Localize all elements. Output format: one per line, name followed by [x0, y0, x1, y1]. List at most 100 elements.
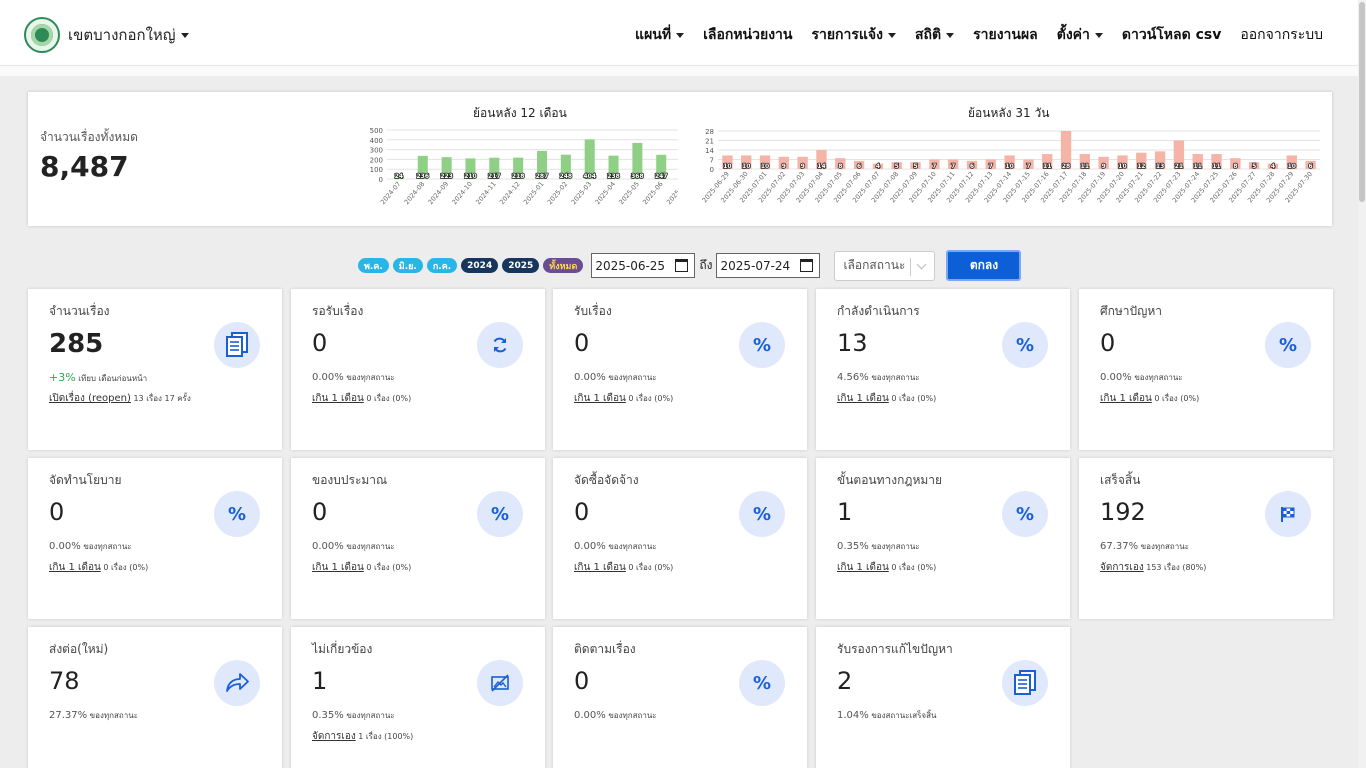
nav-item-label: ออกจากระบบ [1240, 27, 1323, 43]
page-scrollbar[interactable] [1358, 0, 1366, 768]
percent-icon: % [1002, 322, 1048, 368]
x-tick-label: 2024-10 [450, 180, 474, 206]
card-detail-link[interactable]: จัดการเอง [312, 731, 356, 742]
status-card[interactable]: ไม่เกี่ยวข้อง 1 0.35% ของทุกสถานะ จัดการเอง… [291, 627, 545, 768]
district-dropdown[interactable]: เขตบางกอกใหญ่ [24, 17, 189, 53]
y-tick-label: 500 [370, 127, 383, 135]
nav-item-7[interactable]: ดาวน์โหลด csv [1122, 24, 1221, 46]
card-detail-link[interactable]: จัดการเอง [1100, 562, 1144, 573]
status-card[interactable]: จัดซื้อจัดจ้าง 0% 0.00% ของทุกสถานะ เกิน 1 … [553, 458, 807, 619]
bar-value-label: 10 [761, 163, 769, 170]
percentage-value: 0.00% [574, 541, 606, 552]
card-title: เสร็จสิ้น [1100, 473, 1141, 487]
caret-down-icon [887, 32, 896, 38]
caret-down-icon [946, 32, 955, 38]
card-detail: เกิน 1 เดือน 0 เรื่อง (0%) [837, 560, 936, 575]
bar-value-label: 14 [817, 163, 825, 170]
period-pill-4[interactable]: 2024 [461, 258, 499, 273]
status-card[interactable]: รอรับเรื่อง 0 0.00% ของทุกสถานะ เกิน 1 เดือ… [291, 289, 545, 450]
percent-icon: % [739, 491, 785, 537]
submit-button[interactable]: ตกลง [946, 250, 1022, 281]
status-card[interactable]: ติดตามเรื่อง 0% 0.00% ของทุกสถานะ [553, 627, 807, 768]
period-pills: พ.ค. มิ.ย. ก.ค. 2024 2025 ทั้งหมด [358, 258, 587, 273]
caret-down-icon [1094, 32, 1103, 38]
bar-value-label: 13 [1156, 163, 1164, 170]
date-to-input[interactable]: 2025-07-24 [716, 253, 821, 278]
period-pill-2[interactable]: มิ.ย. [392, 258, 423, 273]
card-detail-link[interactable]: เกิน 1 เดือน [312, 393, 364, 404]
scrollbar-thumb[interactable] [1359, 2, 1365, 202]
percentage-note: ของทุกสถานะ [87, 711, 138, 720]
nav-item-4[interactable]: สถิติ [915, 24, 955, 46]
card-detail-link[interactable]: เกิน 1 เดือน [574, 562, 626, 573]
card-title: จัดซื้อจัดจ้าง [574, 473, 639, 487]
status-card[interactable]: รับรองการแก้ไขปัญหา 2 1.04% ของสถานะเสร็จส… [816, 627, 1070, 768]
percent-icon: % [739, 322, 785, 368]
status-card[interactable]: ของบประมาณ 0% 0.00% ของทุกสถานะ เกิน 1 เดือ… [291, 458, 545, 619]
status-card[interactable]: จำนวนเรื่อง 285 +3% เทียบ เดือนก่อนหน้า เปิ… [28, 289, 282, 450]
nav-item-8[interactable]: ออกจากระบบ [1240, 24, 1323, 46]
card-detail: เกิน 1 เดือน 0 เรื่อง (0%) [312, 560, 411, 575]
card-detail-link[interactable]: เปิดเรื่อง (reopen) [49, 393, 131, 404]
y-tick-label: 100 [370, 166, 383, 174]
bar-value-label: 24 [395, 173, 403, 180]
bar-value-label: 9 [1102, 163, 1106, 170]
status-card[interactable]: เสร็จสิ้น 192 67.37% ของทุกสถานะ จัดการเอง … [1079, 458, 1333, 619]
card-value: 2 [837, 667, 853, 695]
calendar-icon[interactable] [800, 259, 814, 272]
card-title: รอรับเรื่อง [312, 304, 364, 318]
nav-item-1[interactable]: แผนที่ [635, 24, 685, 46]
nav-item-3[interactable]: รายการแจ้ง [811, 24, 896, 46]
percentage-value: 0.00% [574, 710, 606, 721]
card-title: ติดตามเรื่อง [574, 642, 636, 656]
period-pill-3[interactable]: ก.ค. [426, 258, 458, 273]
nav-item-2[interactable]: เลือกหน่วยงาน [703, 24, 792, 46]
status-card[interactable]: ขั้นตอนทางกฎหมาย 1% 0.35% ของทุกสถานะ เกิน … [816, 458, 1070, 619]
period-pill-5[interactable]: 2025 [502, 258, 540, 273]
card-title: ไม่เกี่ยวข้อง [312, 642, 373, 656]
percent-icon: % [214, 491, 260, 537]
status-card[interactable]: ส่งต่อ(ใหม่) 78 27.37% ของทุกสถานะ [28, 627, 282, 768]
card-detail-link[interactable]: เกิน 1 เดือน [837, 393, 889, 404]
card-title: จำนวนเรื่อง [49, 304, 110, 318]
period-pill-1[interactable]: พ.ค. [358, 258, 389, 273]
status-card[interactable]: รับเรื่อง 0% 0.00% ของทุกสถานะ เกิน 1 เดือน… [553, 289, 807, 450]
y-tick-label: 300 [370, 147, 383, 155]
bar-value-label: 5 [1252, 163, 1256, 170]
percentage-value: 0.00% [49, 541, 81, 552]
card-detail-link[interactable]: เกิน 1 เดือน [1100, 393, 1152, 404]
card-detail-link[interactable]: เกิน 1 เดือน [312, 562, 364, 573]
chart-12-months-title: ย้อนหลัง 12 เดือน [473, 106, 567, 120]
card-detail: เปิดเรื่อง (reopen) 13 เรื่อง 17 ครั้ง [49, 391, 191, 406]
card-value: 0 [312, 498, 328, 526]
nav-item-6[interactable]: ตั้งค่า [1057, 24, 1103, 46]
status-select[interactable]: เลือกสถานะ [834, 250, 936, 281]
card-title: รับรองการแก้ไขปัญหา [837, 642, 953, 656]
y-tick-label: 14 [705, 147, 714, 155]
y-tick-label: 200 [370, 156, 383, 164]
bar-value-label: 7 [951, 163, 955, 170]
card-detail-link[interactable]: เกิน 1 เดือน [574, 393, 626, 404]
calendar-icon[interactable] [675, 259, 689, 272]
card-value: 0 [574, 498, 590, 526]
status-card[interactable]: กำลังดำเนินการ 13% 4.56% ของทุกสถานะ เกิน 1… [816, 289, 1070, 450]
percentage-value: 0.00% [312, 372, 344, 383]
period-pill-6[interactable]: ทั้งหมด [543, 258, 584, 273]
status-card[interactable]: ศึกษาปัญหา 0% 0.00% ของทุกสถานะ เกิน 1 เดือ… [1079, 289, 1333, 450]
x-tick-label: 2025-03 [570, 180, 594, 206]
card-percentage: 1.04% ของสถานะเสร็จสิ้น [837, 709, 936, 722]
nav-item-5[interactable]: รายงานผล [973, 24, 1038, 46]
card-detail: จัดการเอง 153 เรื่อง (80%) [1100, 560, 1206, 575]
bar-value-label: 11 [1043, 163, 1051, 170]
status-card[interactable]: จัดทำนโยบาย 0% 0.00% ของทุกสถานะ เกิน 1 เดื… [28, 458, 282, 619]
card-percentage: 0.00% ของทุกสถานะ [574, 709, 657, 722]
percentage-value: 0.00% [1100, 372, 1132, 383]
card-detail-link[interactable]: เกิน 1 เดือน [49, 562, 101, 573]
card-detail-link[interactable]: เกิน 1 เดือน [837, 562, 889, 573]
card-value: 0 [49, 498, 65, 526]
bar-value-label: 236 [417, 173, 430, 180]
date-from-input[interactable]: 2025-06-25 [591, 253, 696, 278]
x-tick-label: 2025-04 [593, 180, 617, 206]
bar-value-label: 10 [1118, 163, 1126, 170]
percent-icon: % [477, 491, 523, 537]
